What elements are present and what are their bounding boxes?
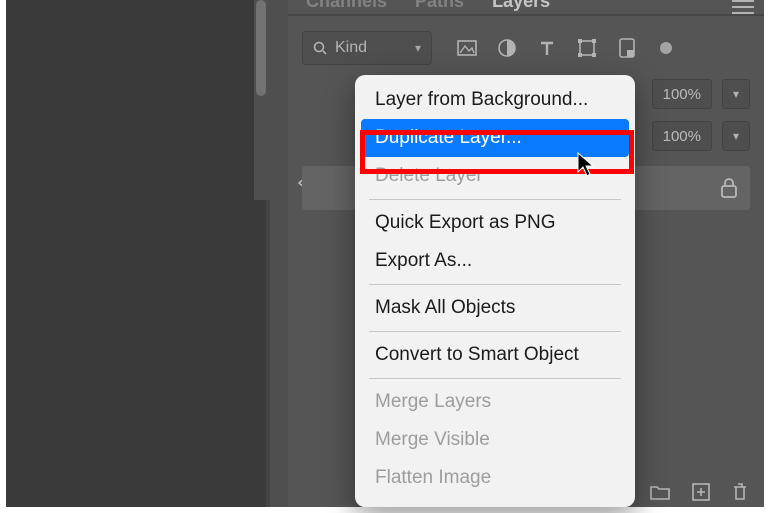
menu-export-as[interactable]: Export As...	[355, 242, 635, 280]
canvas-scrollbar[interactable]	[254, 0, 270, 200]
tab-channels[interactable]: Channels	[306, 0, 387, 12]
search-icon	[313, 41, 327, 55]
adjustment-filter-icon[interactable]	[496, 37, 518, 59]
menu-flatten-image: Flatten Image	[355, 459, 635, 497]
smartobject-filter-icon[interactable]	[616, 37, 638, 59]
menu-merge-layers: Merge Layers	[355, 383, 635, 421]
lock-icon[interactable]	[720, 178, 738, 198]
menu-separator	[369, 284, 621, 285]
document-canvas[interactable]	[6, 0, 266, 507]
type-filter-icon[interactable]	[536, 37, 558, 59]
panel-gap	[270, 0, 288, 507]
fill-value[interactable]: 100%	[652, 121, 712, 151]
menu-convert-smart-object[interactable]: Convert to Smart Object	[355, 336, 635, 374]
menu-quick-export-png[interactable]: Quick Export as PNG	[355, 204, 635, 242]
layer-filter-row: Kind ▾	[302, 30, 750, 66]
menu-separator	[369, 378, 621, 379]
new-group-icon[interactable]	[650, 484, 670, 500]
menu-delete-layer: Delete Layer	[355, 157, 635, 195]
delete-layer-icon[interactable]	[732, 482, 748, 502]
menu-merge-visible: Merge Visible	[355, 421, 635, 459]
menu-layer-from-background[interactable]: Layer from Background...	[355, 81, 635, 119]
opacity-chevron[interactable]: ▾	[722, 79, 750, 109]
menu-mask-all-objects[interactable]: Mask All Objects	[355, 289, 635, 327]
panel-menu-icon[interactable]	[732, 0, 754, 14]
opacity-value[interactable]: 100%	[652, 79, 712, 109]
kind-select[interactable]: Kind ▾	[302, 31, 432, 65]
tabs-divider	[288, 14, 764, 16]
filter-icons	[456, 37, 672, 59]
tab-layers[interactable]: Layers	[492, 0, 550, 12]
menu-duplicate-layer[interactable]: Duplicate Layer...	[361, 119, 629, 157]
menu-separator	[369, 331, 621, 332]
shape-filter-icon[interactable]	[576, 37, 598, 59]
layer-context-menu: Layer from Background... Duplicate Layer…	[355, 75, 635, 507]
fill-chevron[interactable]: ▾	[722, 121, 750, 151]
filter-toggle-dot[interactable]	[660, 42, 672, 54]
scrollbar-thumb[interactable]	[256, 0, 266, 96]
tab-paths[interactable]: Paths	[415, 0, 464, 12]
panel-tabs: Channels Paths Layers	[288, 0, 764, 12]
chevron-down-icon: ▾	[415, 41, 421, 55]
pixel-filter-icon[interactable]	[456, 37, 478, 59]
kind-label: Kind	[335, 39, 367, 57]
menu-separator	[369, 199, 621, 200]
new-layer-icon[interactable]	[692, 483, 710, 501]
